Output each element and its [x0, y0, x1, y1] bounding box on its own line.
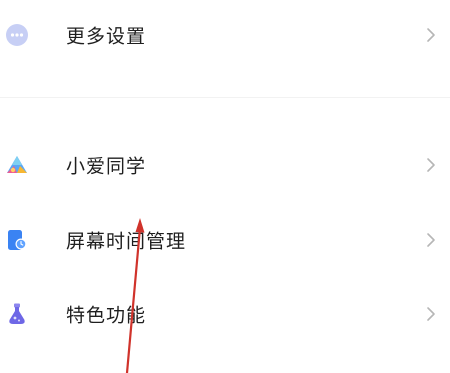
- settings-item-label: 更多设置: [66, 25, 147, 48]
- chevron-right-icon: [427, 233, 435, 247]
- more-dots-icon: [5, 23, 29, 47]
- settings-item-xiaoai[interactable]: 小爱同学: [0, 134, 450, 196]
- chevron-right-icon: [427, 307, 435, 321]
- chevron-right-icon: [427, 28, 435, 42]
- xiaoai-icon: [5, 153, 29, 177]
- settings-item-label: 小爱同学: [66, 155, 147, 178]
- flask-icon: [5, 302, 29, 326]
- settings-item-label: 屏幕时间管理: [66, 230, 187, 253]
- screen-time-icon: [5, 228, 29, 252]
- settings-item-screen-time[interactable]: 屏幕时间管理: [0, 209, 450, 271]
- settings-item-label: 特色功能: [66, 304, 147, 327]
- section-divider: [0, 97, 450, 98]
- settings-item-more[interactable]: 更多设置: [0, 4, 450, 66]
- chevron-right-icon: [427, 158, 435, 172]
- settings-page: 更多设置 小爱同学 屏幕时间管理 特色功能: [0, 0, 450, 373]
- settings-item-features[interactable]: 特色功能: [0, 283, 450, 345]
